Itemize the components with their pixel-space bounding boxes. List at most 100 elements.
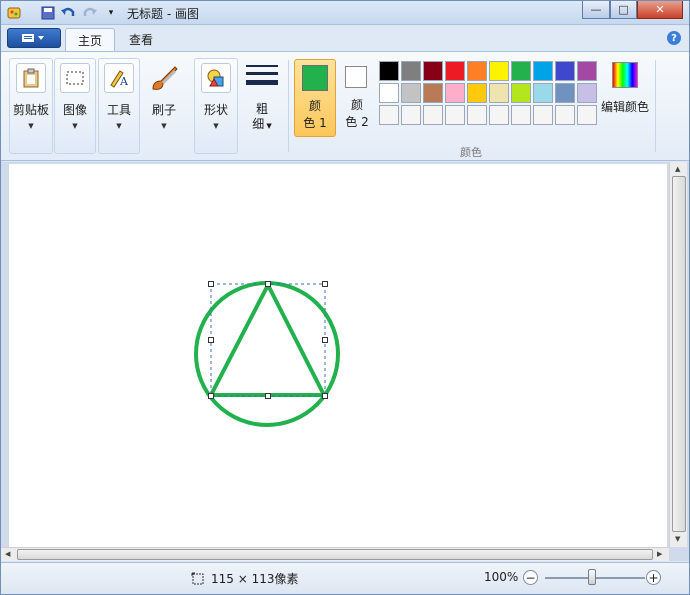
palette-swatch[interactable] [577, 61, 597, 81]
shapes-label: 形状 [203, 103, 228, 117]
brushes-label: 刷子 [151, 103, 176, 117]
color2-button[interactable]: 颜 色 2 [341, 59, 373, 137]
drawing-canvas[interactable] [9, 164, 667, 547]
ribbon-divider [288, 60, 289, 152]
help-icon[interactable]: ? [667, 31, 681, 45]
maximize-button[interactable]: □ [610, 1, 637, 19]
vertical-scrollbar[interactable]: ▲ ▼ [669, 162, 687, 547]
window-title: 无标题 - 画图 [127, 7, 199, 21]
ribbon: 剪贴板 ▼ 图像 ▼ A 工具 ▼ 刷子 ▼ 形状 ▼ 粗 细 ▼ 颜 色 1 … [1, 51, 689, 161]
status-bar: 115 × 113像素 100% − + [1, 562, 689, 594]
drawing-layer [194, 281, 340, 427]
color1-label-line2: 色 1 [303, 116, 327, 130]
close-button[interactable]: ✕ [637, 1, 683, 19]
scroll-up-icon[interactable]: ▲ [675, 165, 680, 173]
clipboard-button[interactable]: 剪贴板 ▼ [11, 63, 51, 130]
drawn-triangle [209, 283, 326, 397]
color1-swatch [302, 65, 328, 91]
tools-button[interactable]: A 工具 ▼ [99, 63, 139, 130]
shapes-button[interactable]: 形状 ▼ [196, 63, 236, 130]
edit-colors-label: 编辑颜色 [600, 100, 649, 114]
color1-button[interactable]: 颜 色 1 [294, 59, 336, 137]
zoom-out-icon[interactable]: − [523, 570, 538, 585]
tab-view[interactable]: 查看 [117, 28, 165, 51]
horizontal-scrollbar[interactable]: ◀ ▶ [1, 547, 669, 561]
shapes-icon [201, 63, 231, 93]
palette-swatch[interactable] [533, 83, 553, 103]
palette-swatch[interactable] [511, 61, 531, 81]
app-icon[interactable] [5, 4, 23, 22]
image-label: 图像 [62, 103, 87, 117]
palette-swatch[interactable] [423, 61, 443, 81]
palette-swatch[interactable] [401, 105, 421, 125]
chevron-down-icon: ▼ [28, 122, 34, 130]
palette-swatch[interactable] [533, 61, 553, 81]
zoom-level: 100% [484, 570, 519, 584]
palette-swatch[interactable] [379, 61, 399, 81]
zoom-in-icon[interactable]: + [646, 570, 661, 585]
palette-swatch[interactable] [423, 83, 443, 103]
palette-swatch[interactable] [511, 83, 531, 103]
save-icon[interactable] [39, 4, 57, 22]
palette-swatch[interactable] [379, 83, 399, 103]
tools-label: 工具 [106, 103, 131, 117]
selection-size-readout: 115 × 113像素 [191, 570, 299, 587]
vertical-scroll-thumb[interactable] [672, 176, 686, 532]
palette-swatch[interactable] [467, 83, 487, 103]
ribbon-tab-row: 主页 查看 ? [1, 25, 689, 51]
palette-swatch[interactable] [489, 105, 509, 125]
chevron-down-icon: ▼ [161, 122, 167, 130]
palette-swatch[interactable] [467, 61, 487, 81]
clipboard-label: 剪贴板 [12, 103, 49, 117]
selection-box[interactable] [210, 283, 326, 397]
palette-swatch[interactable] [555, 105, 575, 125]
size-icon [246, 63, 278, 93]
image-button[interactable]: 图像 ▼ [55, 63, 95, 130]
palette-swatch[interactable] [577, 105, 597, 125]
palette-swatch[interactable] [467, 105, 487, 125]
tab-home[interactable]: 主页 [65, 28, 116, 51]
menu-icon [22, 34, 44, 42]
size-label-line2: 细 [252, 117, 265, 131]
canvas-area: ▲ ▼ ◀ ▶ [1, 162, 689, 561]
palette-swatch[interactable] [555, 83, 575, 103]
customize-quick-access-icon[interactable]: ▾ [102, 4, 120, 22]
paint-menu-button[interactable] [7, 28, 61, 48]
palette-swatch[interactable] [511, 105, 531, 125]
palette-swatch[interactable] [577, 83, 597, 103]
clipboard-icon [16, 63, 46, 93]
selection-size-text: 115 × 113像素 [211, 572, 299, 586]
palette-swatch[interactable] [423, 105, 443, 125]
palette-swatch[interactable] [445, 61, 465, 81]
palette-swatch[interactable] [445, 105, 465, 125]
undo-icon[interactable] [59, 4, 77, 22]
minimize-button[interactable]: — [582, 1, 610, 19]
scroll-down-icon[interactable]: ▼ [675, 535, 680, 543]
drawn-circle [194, 281, 340, 427]
edit-colors-button[interactable]: 编辑颜色 [599, 60, 651, 138]
tools-icon: A [104, 63, 134, 93]
brushes-button[interactable]: 刷子 ▼ [144, 63, 184, 130]
scroll-right-icon[interactable]: ▶ [657, 550, 662, 558]
size-label-line2-wrap: 细 ▼ [252, 117, 272, 133]
chevron-down-icon: ▼ [116, 122, 122, 130]
palette-swatch[interactable] [401, 61, 421, 81]
scroll-left-icon[interactable]: ◀ [5, 550, 10, 558]
color2-label-line2: 色 2 [345, 115, 369, 129]
palette-swatch[interactable] [489, 61, 509, 81]
size-button[interactable]: 粗 细 ▼ [242, 63, 282, 133]
color2-label: 颜 色 2 [341, 97, 373, 131]
edit-colors-icon [612, 62, 638, 88]
palette-swatch[interactable] [445, 83, 465, 103]
zoom-slider-thumb[interactable] [588, 569, 596, 585]
palette-swatch[interactable] [401, 83, 421, 103]
size-label-line1: 粗 [255, 102, 268, 116]
select-icon [60, 63, 90, 93]
redo-icon[interactable] [81, 4, 99, 22]
palette-swatch[interactable] [555, 61, 575, 81]
palette-swatch[interactable] [533, 105, 553, 125]
horizontal-scroll-thumb[interactable] [17, 549, 653, 560]
chevron-down-icon: ▼ [72, 122, 78, 130]
palette-swatch[interactable] [489, 83, 509, 103]
palette-swatch[interactable] [379, 105, 399, 125]
